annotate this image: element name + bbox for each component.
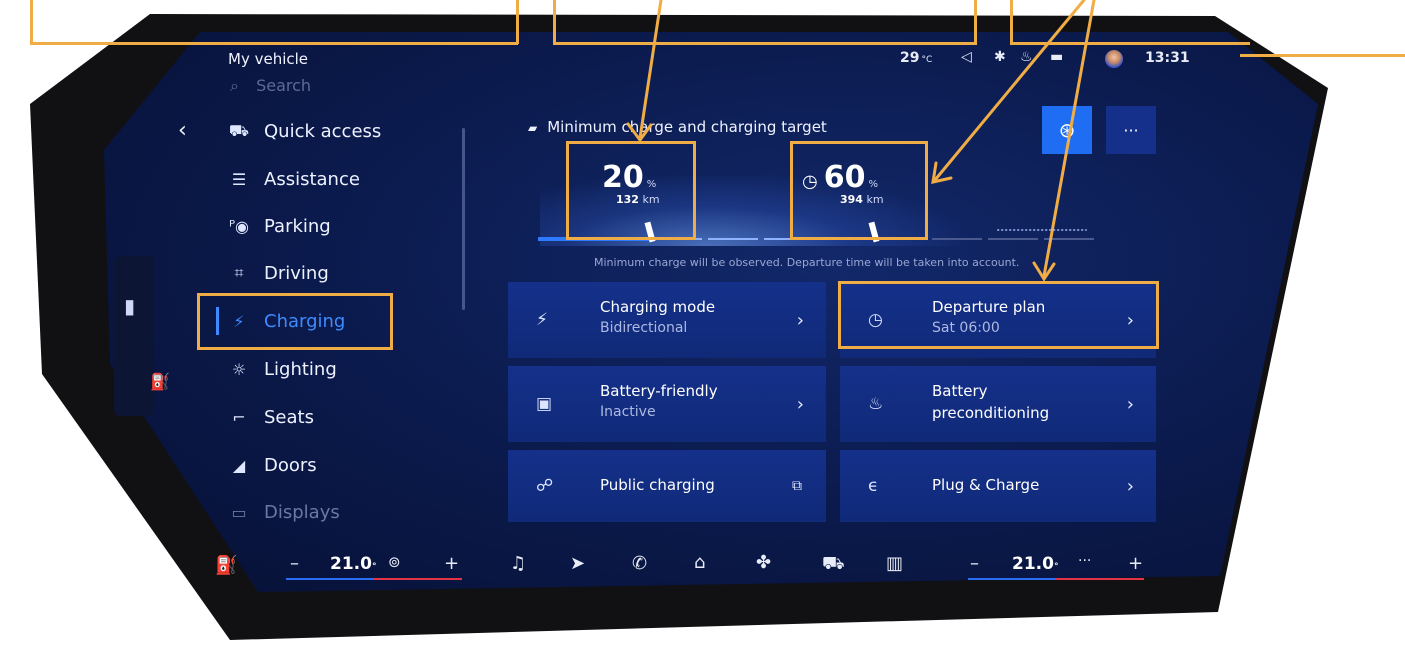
annotation-arrows <box>626 0 1096 282</box>
